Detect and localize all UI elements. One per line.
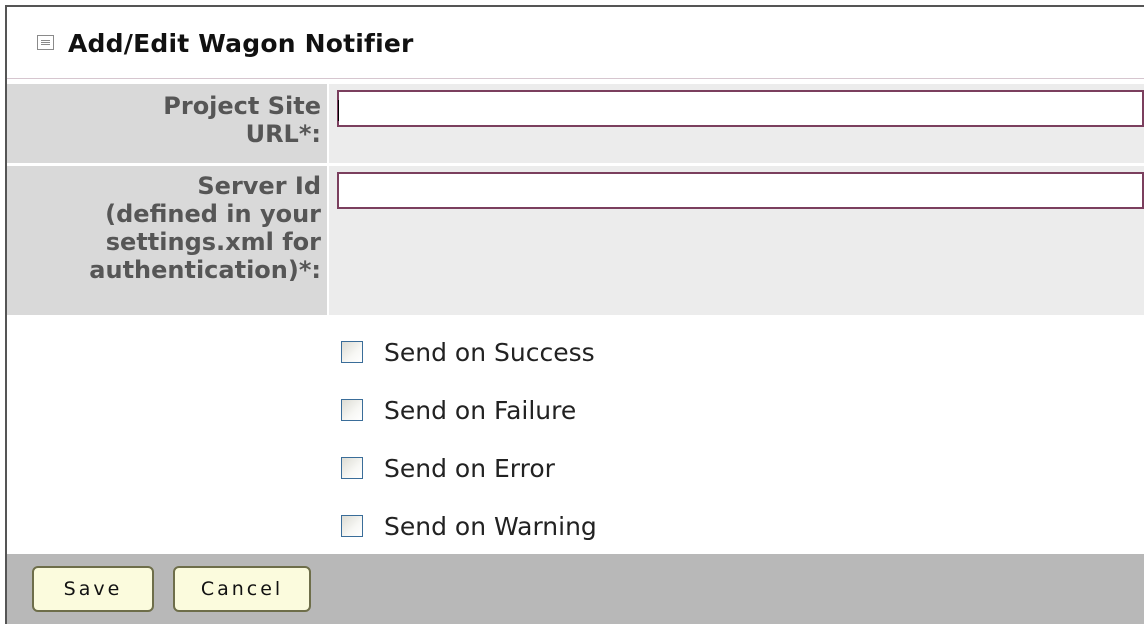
project-site-url-cell	[329, 84, 1144, 163]
label-line: settings.xml for	[105, 228, 321, 256]
send-on-error-option[interactable]: Send on Error	[341, 448, 555, 488]
label-line: Project Site	[163, 92, 321, 120]
label-line: URL*:	[245, 120, 321, 148]
send-on-success-option[interactable]: Send on Success	[341, 332, 595, 372]
server-id-label: Server Id (defined in your settings.xml …	[7, 166, 327, 315]
collapse-toggle-icon[interactable]	[37, 35, 54, 50]
server-id-input[interactable]	[337, 172, 1144, 209]
checkbox-label[interactable]: Send on Success	[384, 338, 595, 367]
checkbox-label[interactable]: Send on Warning	[384, 512, 597, 541]
server-id-cell	[329, 166, 1144, 315]
checkbox-label[interactable]: Send on Failure	[384, 396, 576, 425]
form-title: Add/Edit Wagon Notifier	[68, 29, 414, 58]
send-on-failure-option[interactable]: Send on Failure	[341, 390, 576, 430]
project-site-url-input[interactable]	[337, 90, 1144, 127]
cancel-button[interactable]: Cancel	[173, 566, 311, 612]
send-on-warning-option[interactable]: Send on Warning	[341, 506, 597, 546]
form-header: Add/Edit Wagon Notifier	[7, 7, 1144, 79]
text-cursor	[338, 100, 339, 121]
send-on-error-checkbox[interactable]	[341, 457, 363, 479]
notifier-form-panel: Add/Edit Wagon Notifier Project Site URL…	[5, 5, 1144, 624]
send-on-success-checkbox[interactable]	[341, 341, 363, 363]
label-line: authentication)*:	[89, 256, 321, 284]
project-site-url-label: Project Site URL*:	[7, 84, 327, 163]
form-footer: Save Cancel	[7, 554, 1144, 624]
send-on-failure-checkbox[interactable]	[341, 399, 363, 421]
send-on-warning-checkbox[interactable]	[341, 515, 363, 537]
label-line: (defined in your	[105, 200, 321, 228]
save-button[interactable]: Save	[32, 566, 154, 612]
label-line: Server Id	[197, 172, 321, 200]
checkbox-label[interactable]: Send on Error	[384, 454, 555, 483]
